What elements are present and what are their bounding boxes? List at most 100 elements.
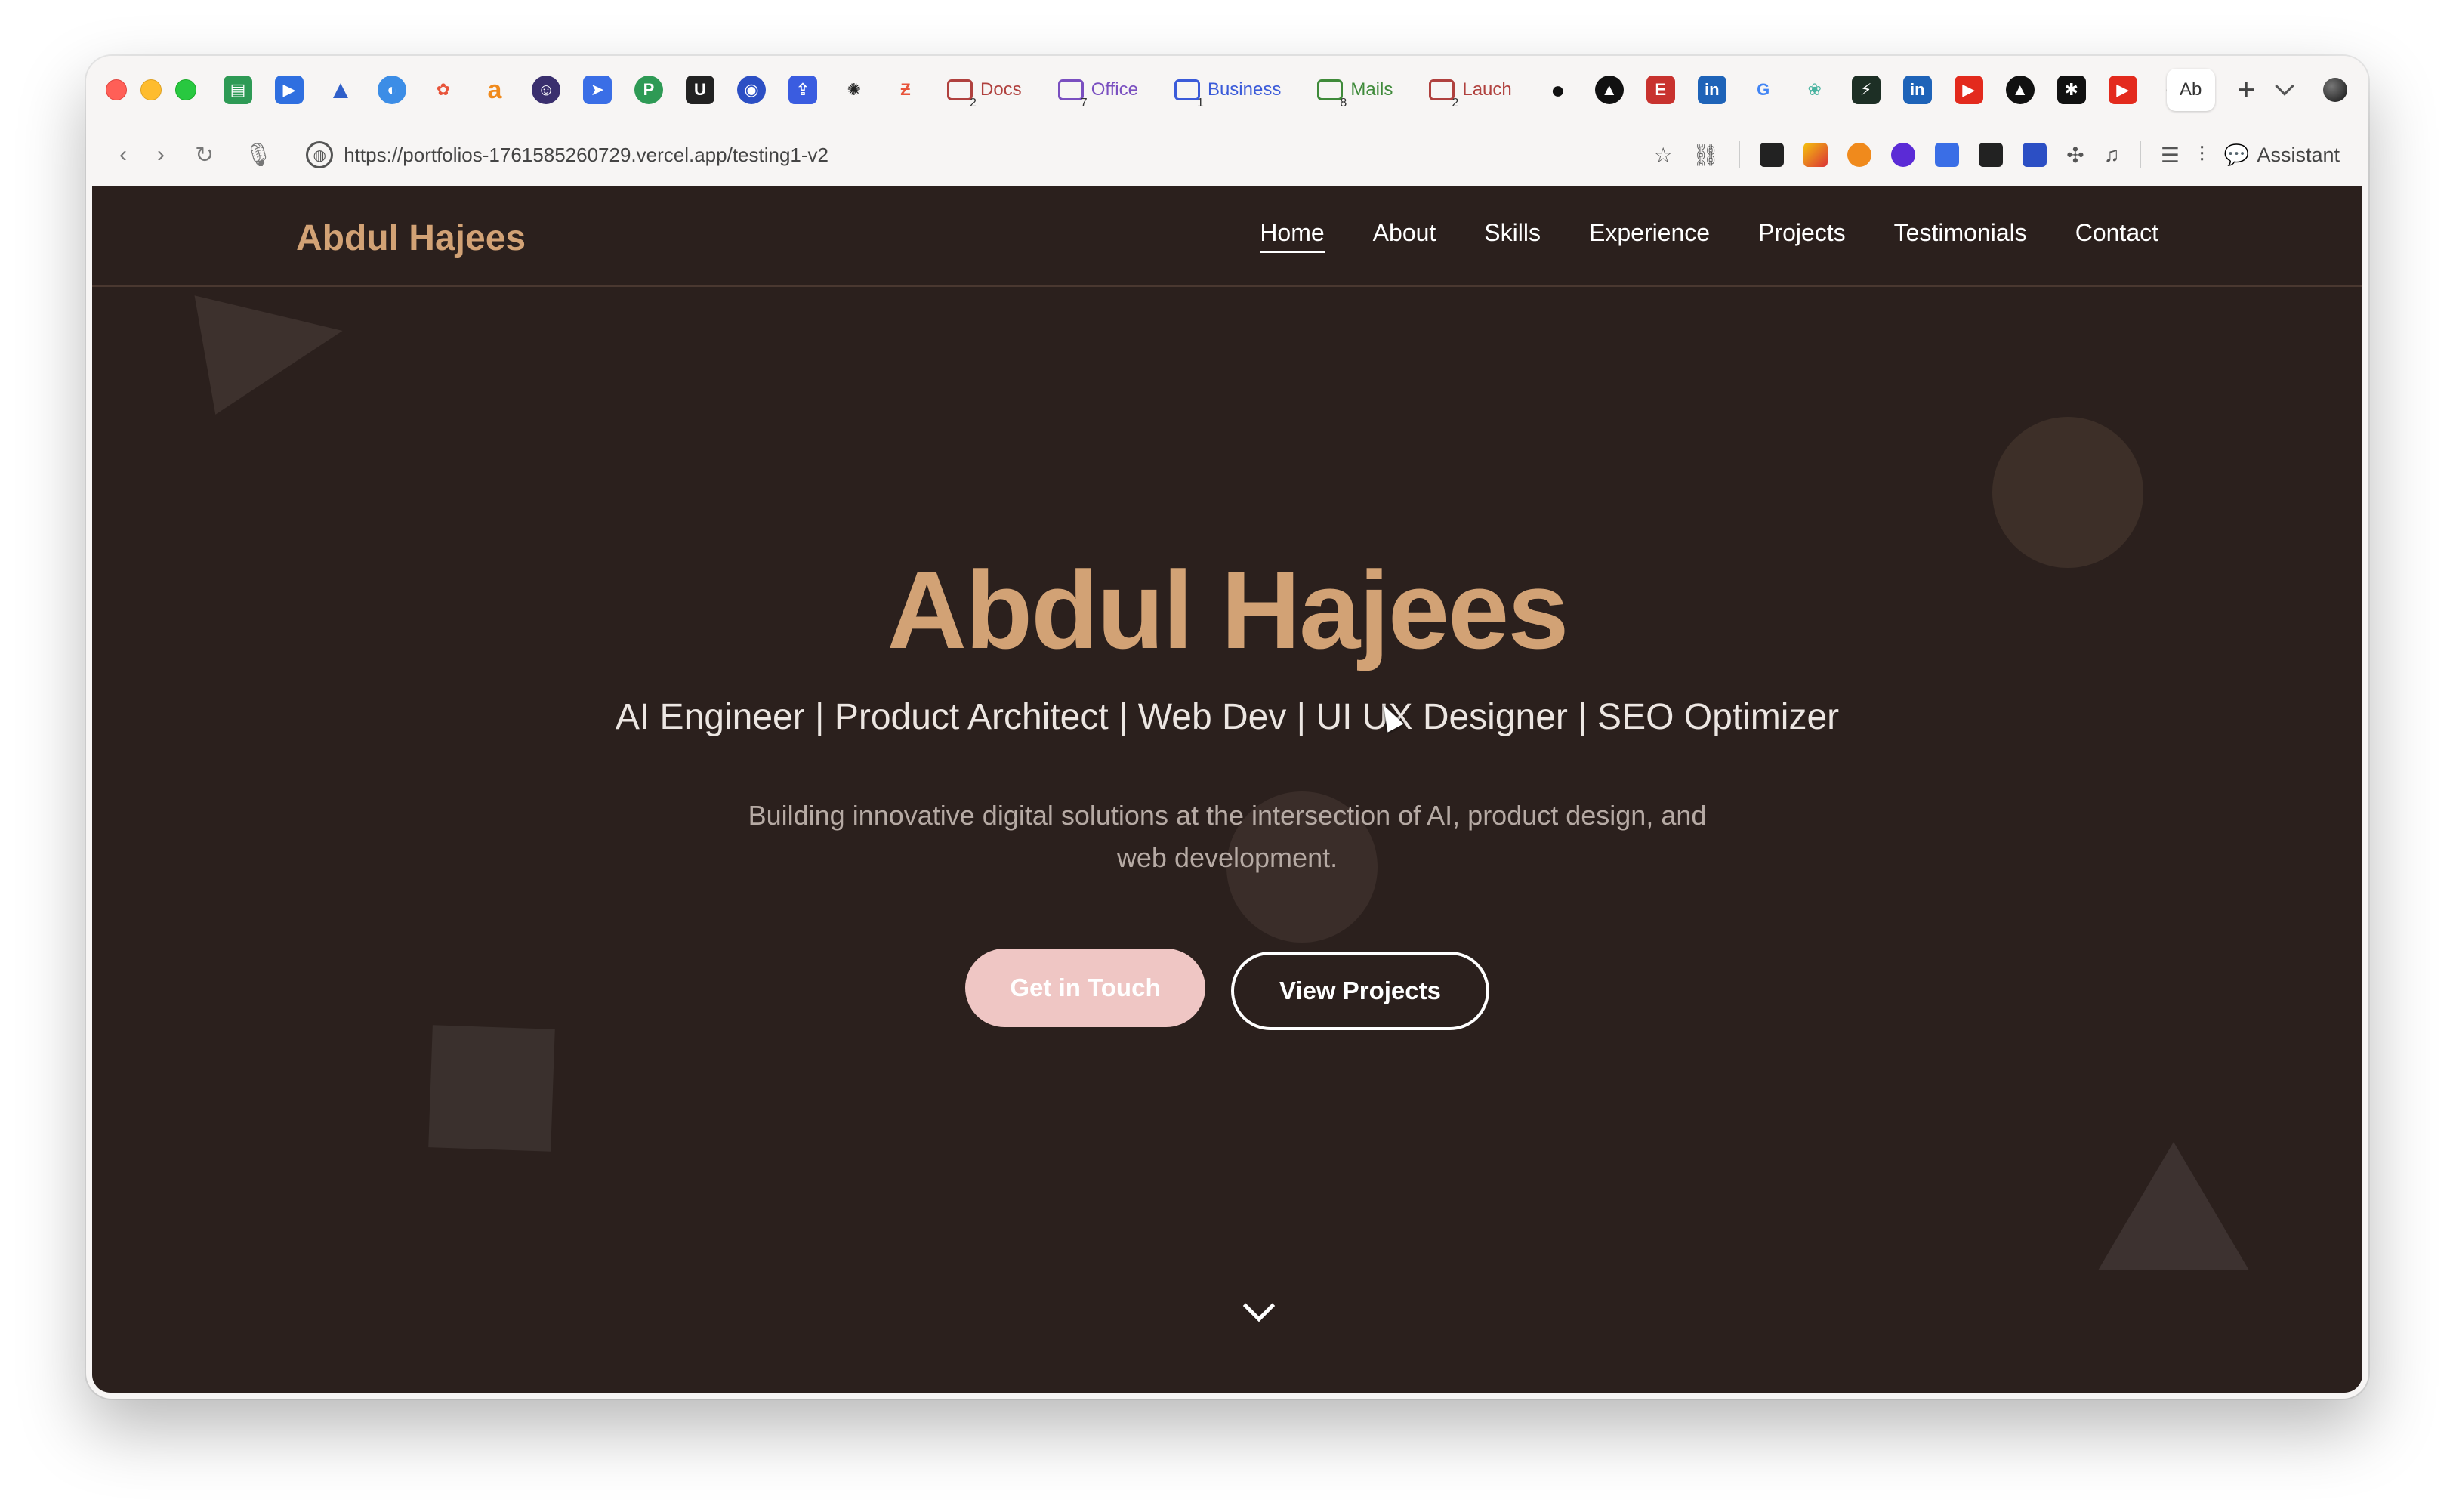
- folder-icon: [947, 79, 973, 100]
- window-controls: [106, 79, 196, 100]
- assistant-label: Assistant: [2257, 143, 2340, 166]
- extension-icon[interactable]: [1979, 143, 2004, 167]
- active-tab-label: Ab: [2179, 79, 2202, 100]
- divider: [2139, 141, 2141, 168]
- google-tab-icon[interactable]: G: [1749, 76, 1778, 104]
- decorative-circle: [1992, 417, 2143, 568]
- nav-contact[interactable]: Contact: [2075, 219, 2158, 253]
- forward-icon[interactable]: ›: [157, 142, 165, 168]
- tab-group-count: 2: [970, 97, 977, 109]
- hero-description: Building innovative digital solutions at…: [748, 800, 1707, 873]
- address-bar: ‹ › ↻ 🎙 ◍ https://portfolios-17615852607…: [86, 124, 2368, 186]
- folder-icon: [1057, 79, 1084, 100]
- chat-bubble-icon: 💬: [2223, 143, 2250, 166]
- a-tab-icon[interactable]: a: [480, 76, 509, 104]
- linkedin-tab-icon[interactable]: in: [1902, 76, 1932, 104]
- extension-icon[interactable]: [1935, 143, 1960, 167]
- tab-group-office[interactable]: Office 7: [1048, 71, 1149, 109]
- openai-tab-icon[interactable]: ✺: [840, 76, 869, 104]
- nav-about[interactable]: About: [1373, 219, 1436, 253]
- avatar[interactable]: [2323, 78, 2347, 102]
- back-icon[interactable]: ‹: [119, 142, 127, 168]
- folder-icon: [1174, 79, 1200, 100]
- tab-group-count: 2: [1452, 97, 1459, 109]
- extension-icon[interactable]: [1891, 143, 1916, 167]
- nav-home[interactable]: Home: [1260, 219, 1325, 253]
- tab-bar: ▤ ▶ ▲ ◐ ✿ a ☺ ➤ P U ◉ ⇪ ✺ Ƶ Docs 2 Offic…: [86, 56, 2368, 124]
- triangle-tab-icon[interactable]: ▲: [2005, 76, 2035, 104]
- microphone-icon[interactable]: 🎙: [244, 142, 273, 168]
- triangle-tab-icon[interactable]: ▲: [1594, 76, 1624, 104]
- link-icon[interactable]: ⛓: [1692, 143, 1720, 168]
- z-tab-icon[interactable]: Ƶ: [891, 76, 920, 104]
- decorative-triangle: [194, 271, 353, 415]
- new-tab-button[interactable]: +: [2238, 73, 2255, 107]
- menu-lines-icon[interactable]: ☰: [2161, 143, 2180, 168]
- extension-icon[interactable]: [1803, 143, 1828, 167]
- sheets-tab-icon[interactable]: ▤: [224, 76, 252, 104]
- tab-group-mails[interactable]: Mails 8: [1307, 71, 1403, 109]
- send-tab-icon[interactable]: ➤: [583, 76, 612, 104]
- globe-tab-icon[interactable]: ⊕: [2160, 76, 2166, 104]
- scroll-down-chevron-icon[interactable]: [1242, 1289, 1276, 1322]
- site-logo[interactable]: Abdul Hajees: [296, 218, 526, 259]
- e-tab-icon[interactable]: E: [1646, 76, 1675, 104]
- tab-group-label: Office: [1091, 79, 1138, 100]
- bookmark-star-icon[interactable]: ☆: [1654, 143, 1673, 168]
- minimize-window-button[interactable]: [140, 79, 162, 100]
- tab-group-count: 8: [1340, 97, 1347, 109]
- chevron-down-icon[interactable]: [2275, 76, 2294, 96]
- tab-group-label: Business: [1207, 79, 1282, 100]
- view-projects-button[interactable]: View Projects: [1231, 952, 1489, 1030]
- nav-experience[interactable]: Experience: [1589, 219, 1710, 253]
- tab-group-business[interactable]: Business 1: [1164, 71, 1291, 109]
- u-tab-icon[interactable]: U: [686, 76, 714, 104]
- extension-icon[interactable]: [1760, 143, 1785, 167]
- active-tab[interactable]: Ab: [2166, 69, 2215, 111]
- drive-tab-icon[interactable]: ▲: [326, 76, 355, 104]
- get-in-touch-button[interactable]: Get in Touch: [965, 949, 1205, 1027]
- figma-tab-icon[interactable]: ✿: [429, 76, 458, 104]
- site-info-icon[interactable]: ◍: [306, 141, 334, 168]
- upload-tab-icon[interactable]: ⇪: [788, 76, 817, 104]
- pinned-tabs: ▤ ▶ ▲ ◐ ✿ a ☺ ➤ P U ◉ ⇪ ✺ Ƶ Docs 2 Offic…: [218, 71, 2167, 109]
- folder-icon: [1429, 79, 1455, 100]
- assistant-button[interactable]: 💬 Assistant: [2224, 143, 2340, 167]
- extension-icon[interactable]: [2023, 143, 2047, 167]
- site-menu: Home About Skills Experience Projects Te…: [1260, 219, 2158, 253]
- puzzle-icon[interactable]: ✣: [2066, 143, 2084, 168]
- nav-projects[interactable]: Projects: [1758, 219, 1846, 253]
- reload-icon[interactable]: ↻: [195, 142, 214, 168]
- hero-subtitle: AI Engineer | Product Architect | Web De…: [615, 697, 1840, 737]
- media-icon[interactable]: ♫: [2104, 143, 2120, 167]
- github-tab-icon[interactable]: ●: [1544, 76, 1572, 104]
- tab-group-label: Mails: [1350, 79, 1393, 100]
- p-tab-icon[interactable]: P: [634, 76, 663, 104]
- close-window-button[interactable]: [106, 79, 127, 100]
- youtube-tab-icon[interactable]: ▶: [2108, 76, 2137, 104]
- maximize-window-button[interactable]: [175, 79, 196, 100]
- youtube-tab-icon[interactable]: ▶: [1954, 76, 1983, 104]
- audio-wave-icon[interactable]: ⫶: [2199, 143, 2205, 168]
- nav-testimonials[interactable]: Testimonials: [1894, 219, 2027, 253]
- browser-window: ▤ ▶ ▲ ◐ ✿ a ☺ ➤ P U ◉ ⇪ ✺ Ƶ Docs 2 Offic…: [86, 56, 2368, 1399]
- linkedin-tab-icon[interactable]: in: [1697, 76, 1726, 104]
- play-tab-icon[interactable]: ▶: [275, 76, 304, 104]
- tab-group-label: Lauch: [1462, 79, 1512, 100]
- tab-group-docs[interactable]: Docs 2: [936, 71, 1032, 109]
- tab-group-lauch[interactable]: Lauch 2: [1418, 71, 1522, 109]
- tab-group-count: 1: [1196, 97, 1204, 109]
- hero-title: Abdul Hajees: [887, 548, 1569, 671]
- asterisk-tab-icon[interactable]: ✱: [2057, 76, 2086, 104]
- extension-icon[interactable]: [1847, 143, 1872, 167]
- decorative-square: [428, 1025, 555, 1152]
- url-field[interactable]: https://portfolios-1761585260729.vercel.…: [344, 143, 828, 167]
- nav-skills[interactable]: Skills: [1484, 219, 1541, 253]
- folder-icon: [1317, 79, 1344, 100]
- swirl-tab-icon[interactable]: ◐: [378, 76, 406, 104]
- pulse-tab-icon[interactable]: ⚡: [1851, 76, 1881, 104]
- decorative-triangle: [2098, 1142, 2249, 1270]
- target-tab-icon[interactable]: ◉: [737, 76, 766, 104]
- mascot-tab-icon[interactable]: ☺: [532, 76, 560, 104]
- knot-tab-icon[interactable]: ❀: [1800, 76, 1829, 104]
